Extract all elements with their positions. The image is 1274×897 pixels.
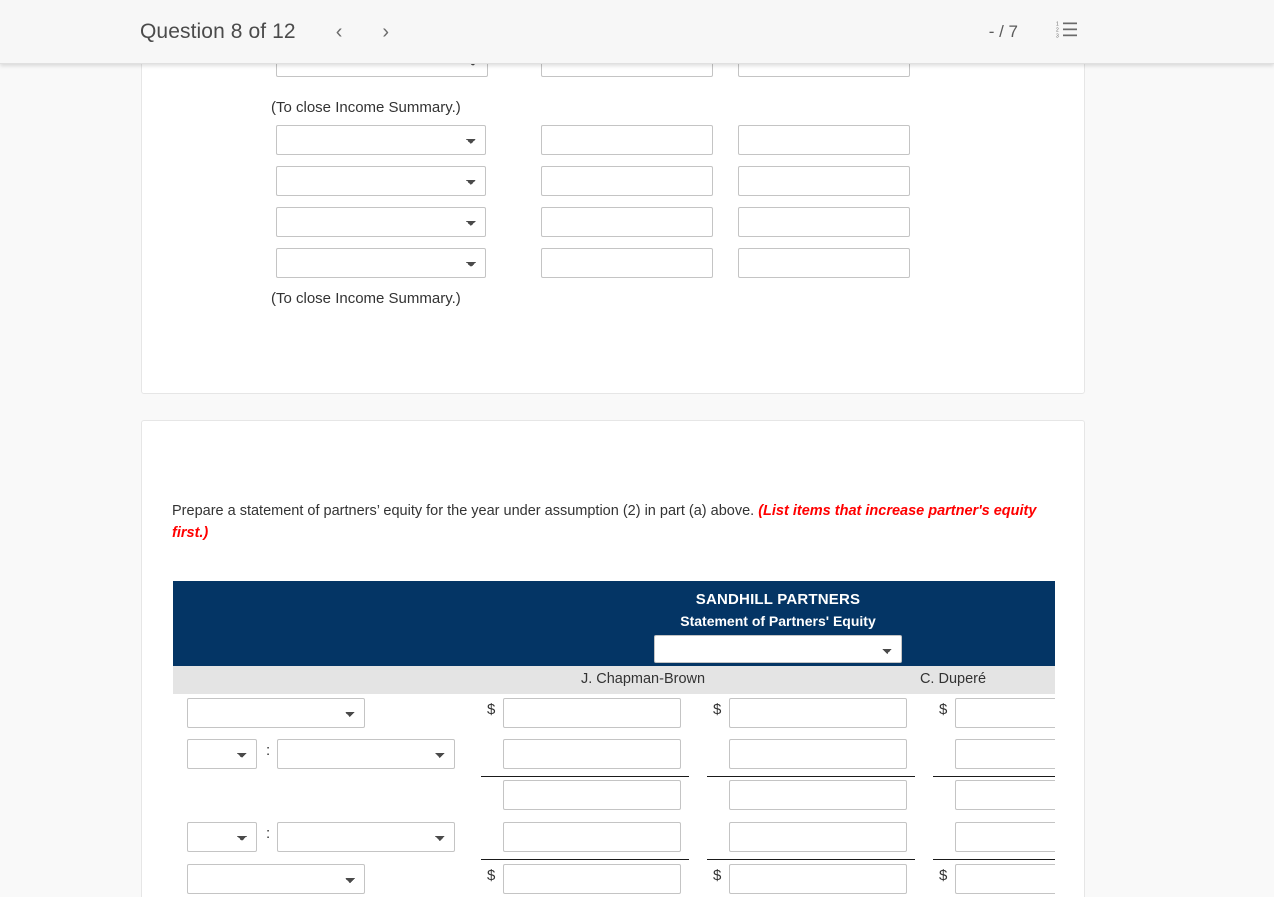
statement-row5-col1-input[interactable] xyxy=(503,864,681,894)
statement-row1-col2-input[interactable] xyxy=(729,698,907,728)
dollar-sign-row5-col3: $ xyxy=(939,867,948,884)
subtotal-rule-col1 xyxy=(481,776,689,777)
statement-table: SANDHILL PARTNERS Statement of Partners'… xyxy=(173,581,1055,897)
journal-entry2-debit-input-2[interactable] xyxy=(541,166,713,196)
svg-text:3: 3 xyxy=(1056,34,1059,39)
statement-row3-col1-input[interactable] xyxy=(503,780,681,810)
statement-row1-col1-input[interactable] xyxy=(503,698,681,728)
statement-row5-col2-input[interactable] xyxy=(729,864,907,894)
subtotal-rule-col2 xyxy=(707,776,915,777)
journal-entry2-debit-input-3[interactable] xyxy=(541,207,713,237)
journal-entry2-credit-input-3[interactable] xyxy=(738,207,910,237)
statement-row2-col3-input[interactable] xyxy=(955,739,1055,769)
statement-row5-col3-input[interactable] xyxy=(955,864,1055,894)
journal-credit-input[interactable] xyxy=(738,64,910,77)
dollar-sign-row1-col2: $ xyxy=(713,701,722,718)
journal-entry2-account-select-1[interactable] xyxy=(276,125,486,155)
statement-body: $ $ $ :: $ $ $ xyxy=(173,694,1055,897)
journal-entry-card: (To close Income Summary.) (2) Dec. 31 (… xyxy=(141,64,1085,394)
statement-column-header-row: J. Chapman-Brown C. Duperé H. We xyxy=(173,666,1055,694)
statement-table-viewport: SANDHILL PARTNERS Statement of Partners'… xyxy=(173,581,1055,897)
dollar-sign-row5-col1: $ xyxy=(487,867,496,884)
statement-row5-label-select[interactable] xyxy=(187,864,365,894)
journal-debit-input[interactable] xyxy=(541,64,713,77)
statement-of-partners-equity-card: Prepare a statement of partners’ equity … xyxy=(141,420,1085,897)
journal-account-select[interactable] xyxy=(276,64,488,77)
subtotal-rule-col3 xyxy=(933,776,1055,777)
dollar-sign-row1-col3: $ xyxy=(939,701,948,718)
column-header-we: H. We xyxy=(999,671,1055,687)
total-rule-col3 xyxy=(933,859,1055,860)
statement-row4-col1-input[interactable] xyxy=(503,822,681,852)
page-title: Question 8 of 12 xyxy=(140,19,296,43)
statement-row1-col3-input[interactable] xyxy=(955,698,1055,728)
journal-entry2-credit-input-2[interactable] xyxy=(738,166,910,196)
statement-row2-item-select[interactable] xyxy=(277,739,455,769)
total-rule-col1 xyxy=(481,859,689,860)
header-right-group: - / 7 1 2 3 xyxy=(989,20,1274,43)
journal-entry2-note: (To close Income Summary.) xyxy=(271,290,461,307)
statement-row2-col1-input[interactable] xyxy=(503,739,681,769)
app-header: Question 8 of 12 ‹ › - / 7 1 2 3 xyxy=(0,0,1274,64)
statement-prompt: Prepare a statement of partners’ equity … xyxy=(172,500,1044,544)
page-scroll-canvas[interactable]: (To close Income Summary.) (2) Dec. 31 (… xyxy=(0,64,1274,897)
journal-entry2-credit-input-1[interactable] xyxy=(738,125,910,155)
statement-row4-col2-input[interactable] xyxy=(729,822,907,852)
next-question-button[interactable]: › xyxy=(376,22,395,42)
statement-row2-col2-input[interactable] xyxy=(729,739,907,769)
statement-prompt-main: Prepare a statement of partners’ equity … xyxy=(172,503,759,519)
total-rule-col2 xyxy=(707,859,915,860)
journal-entry2-debit-input-4[interactable] xyxy=(541,248,713,278)
statement-row3-col3-input[interactable] xyxy=(955,780,1055,810)
journal-entry2-account-select-3[interactable] xyxy=(276,207,486,237)
statement-title-bar: SANDHILL PARTNERS Statement of Partners'… xyxy=(173,581,1055,666)
previous-question-button[interactable]: ‹ xyxy=(330,22,349,42)
dollar-sign-row5-col2: $ xyxy=(713,867,722,884)
column-header-chapman-brown: J. Chapman-Brown xyxy=(580,671,706,687)
statement-row3-col2-input[interactable] xyxy=(729,780,907,810)
statement-row4-item-select[interactable] xyxy=(277,822,455,852)
journal-entry2-debit-input-1[interactable] xyxy=(541,125,713,155)
statement-row2-partner-select[interactable] xyxy=(187,739,257,769)
journal-entry2-account-select-2[interactable] xyxy=(276,166,486,196)
statement-subtitle: Statement of Partners' Equity xyxy=(680,613,876,629)
score-display: - / 7 xyxy=(988,21,1018,41)
statement-row4-col3-input[interactable] xyxy=(955,822,1055,852)
numbered-list-icon[interactable]: 1 2 3 xyxy=(1056,20,1078,43)
statement-row1-label-select[interactable] xyxy=(187,698,365,728)
row4-separator: : xyxy=(266,825,271,842)
company-name: SANDHILL PARTNERS xyxy=(695,591,861,608)
journal-entry2-credit-input-4[interactable] xyxy=(738,248,910,278)
row2-separator: : xyxy=(266,742,271,759)
statement-period-select[interactable] xyxy=(654,635,902,663)
statement-row4-partner-select[interactable] xyxy=(187,822,257,852)
journal-entry1-note: (To close Income Summary.) xyxy=(271,99,461,116)
journal-entry2-account-select-4[interactable] xyxy=(276,248,486,278)
dollar-sign-row1-col1: $ xyxy=(487,701,496,718)
